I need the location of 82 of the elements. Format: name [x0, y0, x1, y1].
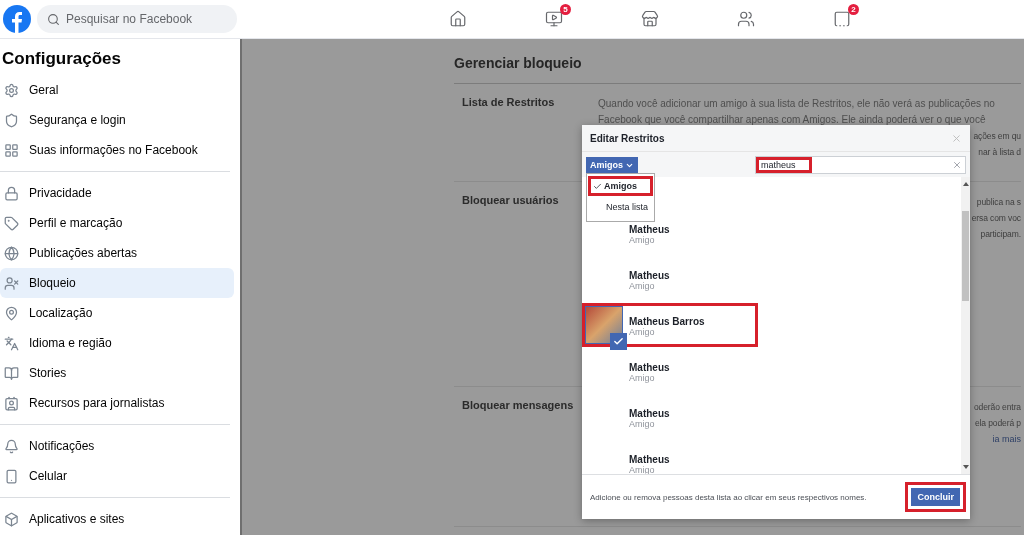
person-name[interactable]: Matheus Barros — [629, 316, 705, 327]
learn-more-link[interactable]: ia mais — [992, 431, 1021, 447]
box-icon — [4, 511, 19, 527]
logo-icon[interactable] — [2, 4, 32, 34]
square-icon — [833, 10, 851, 28]
sidebar-title: Configurações — [1, 48, 123, 70]
sidebar-item[interactable]: Suas informações no Facebook — [0, 135, 234, 165]
tag-icon — [4, 215, 19, 231]
person-name[interactable]: Matheus — [629, 362, 670, 373]
person-name[interactable]: Matheus — [629, 270, 670, 281]
person-name[interactable]: Matheus — [629, 224, 670, 235]
language-icon — [4, 335, 19, 351]
dropdown-option[interactable]: Amigos — [588, 176, 654, 196]
person-subtitle: Amigo — [629, 281, 656, 291]
store-icon — [641, 10, 659, 28]
search-field[interactable]: matheus — [755, 156, 966, 174]
bell-icon — [4, 438, 19, 454]
person-subtitle: Amigo — [629, 465, 656, 474]
sidebar-item[interactable]: Privacidade — [0, 178, 234, 208]
sidebar-item[interactable]: Geral — [0, 75, 234, 105]
sidebar-item[interactable]: Localização — [0, 298, 234, 328]
sidebar-item[interactable]: Recursos para jornalistas — [0, 388, 234, 418]
scroll-thumb[interactable] — [962, 211, 969, 301]
close-icon[interactable] — [951, 132, 962, 144]
video-icon — [545, 10, 563, 28]
description-text: Quando você adicionar um amigo à sua lista de Restritos, ele não verá as publicações no — [598, 97, 996, 111]
dialog-title: Editar Restritos — [590, 132, 665, 144]
search-input[interactable]: matheus — [756, 157, 812, 173]
done-button[interactable]: Concluir — [911, 488, 960, 506]
people-icon — [737, 10, 755, 28]
filter-dropdown[interactable]: Amigos — [586, 157, 638, 173]
person-subtitle: Amigo — [629, 373, 656, 383]
dropdown-option[interactable]: Nesta lista — [588, 197, 654, 217]
shield-icon — [4, 112, 19, 128]
setting-label: Bloquear usuários — [462, 194, 560, 208]
gear-icon — [4, 82, 19, 98]
hint-text: Adicione ou remova pessoas desta lista ao clicar em seus respectivos nomes. — [590, 492, 867, 502]
description-text: oderão entra — [974, 401, 1021, 414]
sidebar-item[interactable]: Perfil e marcação — [0, 208, 234, 238]
person-name[interactable]: Matheus — [629, 454, 670, 465]
description-text: ações em qu — [973, 130, 1021, 143]
globe-icon — [4, 245, 19, 261]
section-title: Gerenciar bloqueio — [454, 39, 1021, 84]
sidebar-item[interactable]: Segurança e login — [0, 105, 234, 135]
sidebar-item[interactable]: Stories — [0, 358, 234, 388]
description-text: ersa com voc — [971, 212, 1021, 225]
phone-icon — [4, 468, 19, 484]
sidebar-item[interactable]: Idioma e região — [0, 328, 234, 358]
location-pin-icon — [4, 305, 19, 321]
description-text: nar à lista d — [978, 146, 1021, 159]
search-input[interactable]: Pesquisar no Facebook — [66, 12, 216, 26]
scrollbar[interactable] — [961, 177, 970, 474]
scroll-down-arrow-icon[interactable] — [962, 464, 969, 470]
scroll-up-arrow-icon[interactable] — [962, 181, 969, 187]
search-icon — [47, 12, 60, 26]
description-text: Facebook que você compartilhar apenas com Amigos. Ele ainda poderá ver o que você — [598, 113, 987, 127]
person-subtitle: Amigo — [629, 419, 656, 429]
nav-tab[interactable]: 5 — [506, 0, 602, 38]
description-text: ela poderá p — [974, 417, 1021, 430]
sidebar-item[interactable]: Celular — [0, 461, 234, 491]
sidebar-item[interactable]: Aplicativos e sites — [0, 504, 234, 534]
id-card-icon — [4, 395, 19, 411]
lock-icon — [4, 185, 19, 201]
book-icon — [4, 365, 19, 381]
user-block-icon — [4, 275, 19, 291]
sidebar-item[interactable]: Bloqueio — [0, 268, 234, 298]
sidebar-item[interactable]: Notificações — [0, 431, 234, 461]
person-subtitle: Amigo — [629, 327, 656, 337]
person-subtitle: Amigo — [629, 235, 656, 245]
sidebar-item[interactable]: Publicações abertas — [0, 238, 234, 268]
grid-icon — [4, 142, 19, 158]
home-icon — [449, 10, 467, 28]
notification-badge: 5 — [560, 4, 571, 15]
notification-badge: 2 — [848, 4, 859, 15]
photo-placeholder — [585, 306, 623, 344]
clear-icon[interactable] — [952, 160, 962, 170]
check-icon — [593, 181, 602, 191]
nav-tab[interactable]: 2 — [794, 0, 890, 38]
person-name[interactable]: Matheus — [629, 408, 670, 419]
description-text: publica na s — [976, 196, 1021, 209]
search-field[interactable]: Pesquisar no Facebook — [37, 5, 237, 33]
description-text: participam. — [980, 228, 1021, 241]
